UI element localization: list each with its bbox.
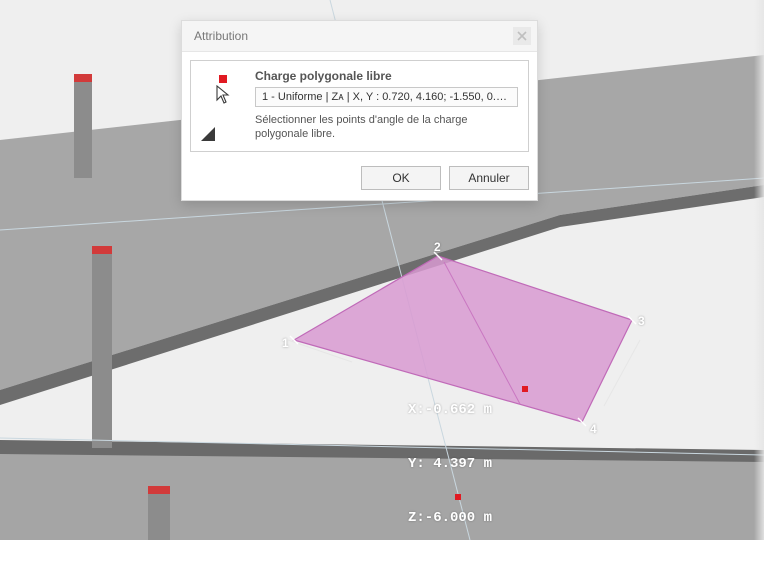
- pick-marker: [522, 386, 528, 392]
- dialog-hint: Sélectionner les points d'angle de la ch…: [255, 113, 518, 141]
- coord-x: X:-0.662 m: [408, 401, 492, 419]
- pick-marker: [455, 494, 461, 500]
- close-button[interactable]: [513, 27, 531, 45]
- ok-button[interactable]: OK: [361, 166, 441, 190]
- load-type-icon-cell: [201, 69, 245, 141]
- dialog-fields: Charge polygonale libre 1 - Uniforme | Z…: [255, 69, 518, 141]
- load-definition-input[interactable]: 1 - Uniforme | Zᴀ | X, Y : 0.720, 4.160;…: [255, 87, 518, 107]
- resize-grip-icon: [201, 127, 215, 141]
- dialog-body: Charge polygonale libre 1 - Uniforme | Z…: [182, 52, 537, 160]
- coord-z: Z:-6.000 m: [408, 509, 492, 527]
- dialog-panel: Charge polygonale libre 1 - Uniforme | Z…: [190, 60, 529, 152]
- load-type-heading: Charge polygonale libre: [255, 69, 518, 83]
- attribution-dialog: Attribution Charge polygonale libre 1 -: [181, 20, 538, 201]
- dialog-buttons: OK Annuler: [182, 160, 537, 200]
- cancel-button[interactable]: Annuler: [449, 166, 529, 190]
- dialog-title: Attribution: [194, 29, 248, 43]
- vertex-label-4: 4: [590, 422, 597, 436]
- load-node-icon: [219, 75, 227, 83]
- vertex-label-3: 3: [638, 314, 645, 328]
- vertex-label-1: 1: [282, 336, 289, 350]
- cursor-icon: [214, 85, 232, 105]
- vertex-label-2: 2: [434, 240, 441, 254]
- coordinate-readout: X:-0.662 m Y: 4.397 m Z:-6.000 m: [408, 365, 492, 563]
- coord-y: Y: 4.397 m: [408, 455, 492, 473]
- close-icon: [517, 31, 527, 41]
- dialog-titlebar[interactable]: Attribution: [182, 21, 537, 52]
